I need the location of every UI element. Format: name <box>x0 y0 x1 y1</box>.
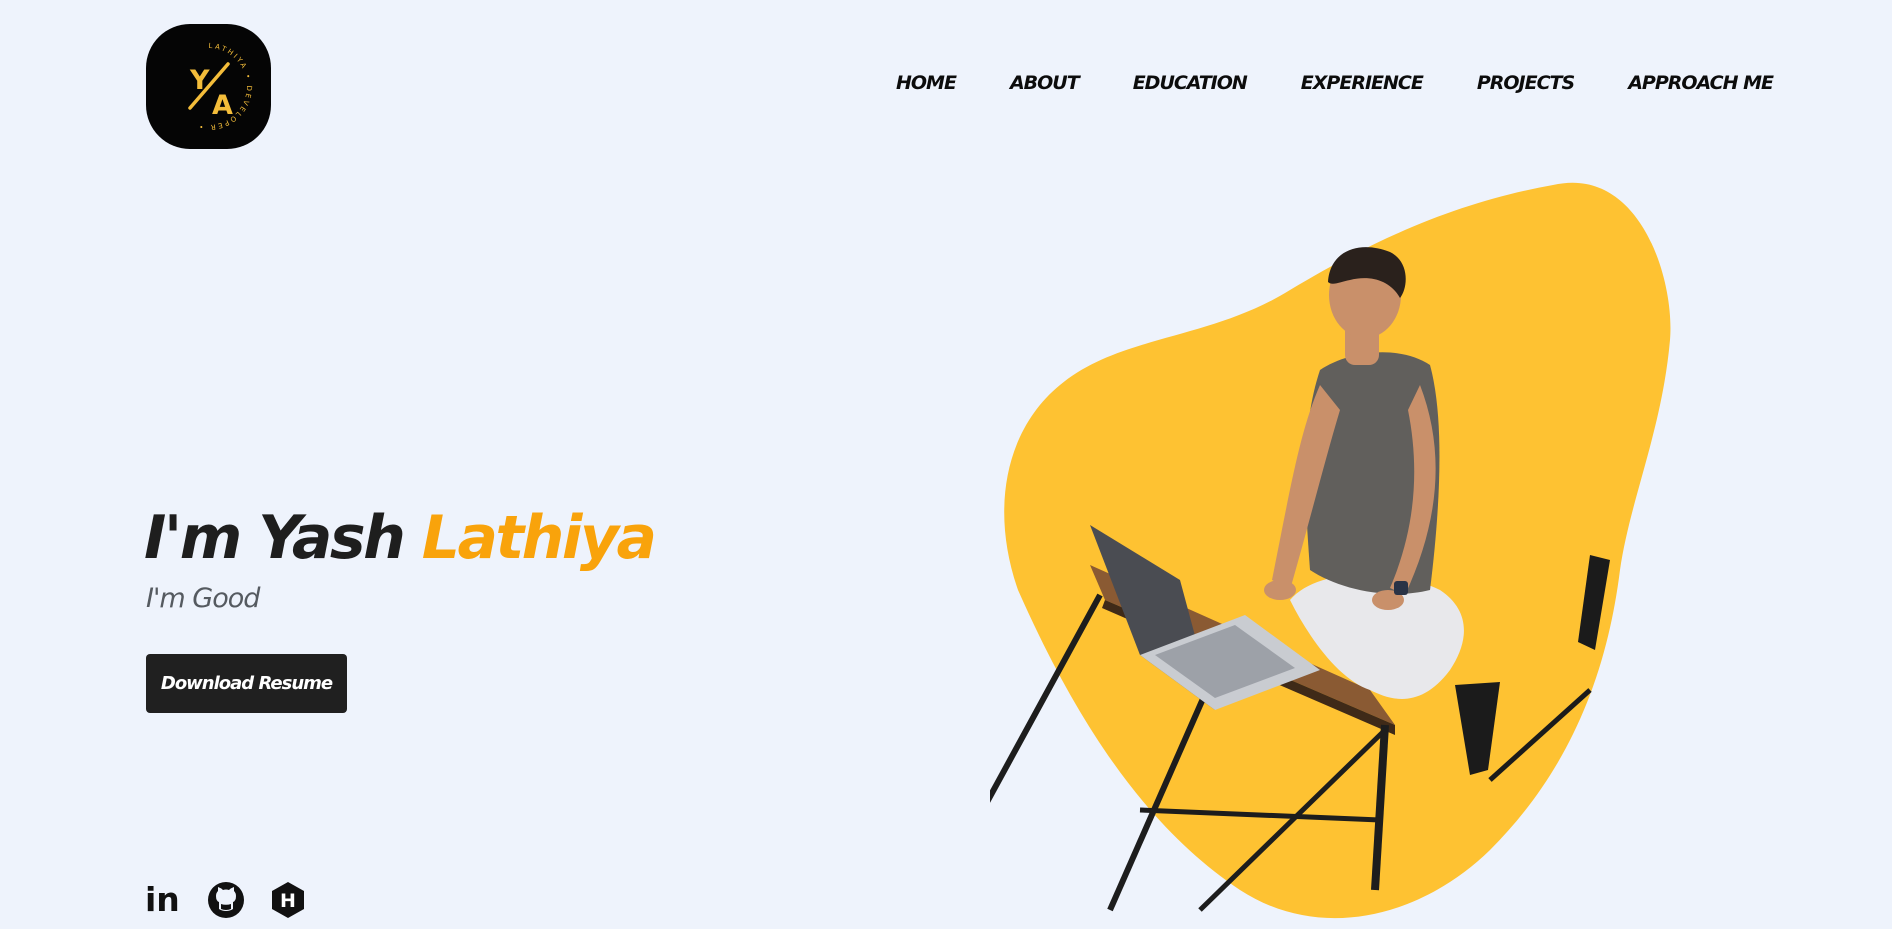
nav-projects[interactable]: PROJECTS <box>1477 72 1575 94</box>
hashnode-icon-letter: H <box>280 890 296 912</box>
hero-title-name: I'm Yash <box>144 503 422 574</box>
social-links: in H <box>144 880 308 920</box>
main-nav: HOME ABOUT EDUCATION EXPERIENCE PROJECTS… <box>896 72 1774 94</box>
hashnode-link[interactable]: H <box>268 880 308 920</box>
logo-mark: LATHIYA • DEVELOPER • Y A <box>188 42 251 131</box>
nav-home[interactable]: HOME <box>896 72 957 94</box>
logo-initial-y: Y <box>189 65 210 96</box>
nav-education[interactable]: EDUCATION <box>1133 72 1248 94</box>
linkedin-link[interactable]: in <box>144 880 184 920</box>
logo[interactable]: LATHIYA • DEVELOPER • Y A <box>146 24 271 149</box>
hero-title-accent: Lathiya <box>421 503 657 574</box>
logo-initial-a: A <box>212 90 233 121</box>
download-resume-button[interactable]: Download Resume <box>146 654 347 713</box>
hero-title: I'm Yash Lathiya <box>144 508 657 568</box>
nav-approach-me[interactable]: APPROACH ME <box>1628 72 1774 94</box>
linkedin-icon: in <box>145 880 180 919</box>
hashnode-icon: H <box>272 882 304 918</box>
hero-illustration <box>990 182 1671 919</box>
hero-tagline: I'm Good <box>146 583 260 614</box>
nav-experience[interactable]: EXPERIENCE <box>1301 72 1424 94</box>
linkedin-icon-label: in <box>145 880 180 919</box>
nav-about[interactable]: ABOUT <box>1010 72 1080 94</box>
github-icon <box>208 882 244 918</box>
github-link[interactable] <box>206 880 246 920</box>
